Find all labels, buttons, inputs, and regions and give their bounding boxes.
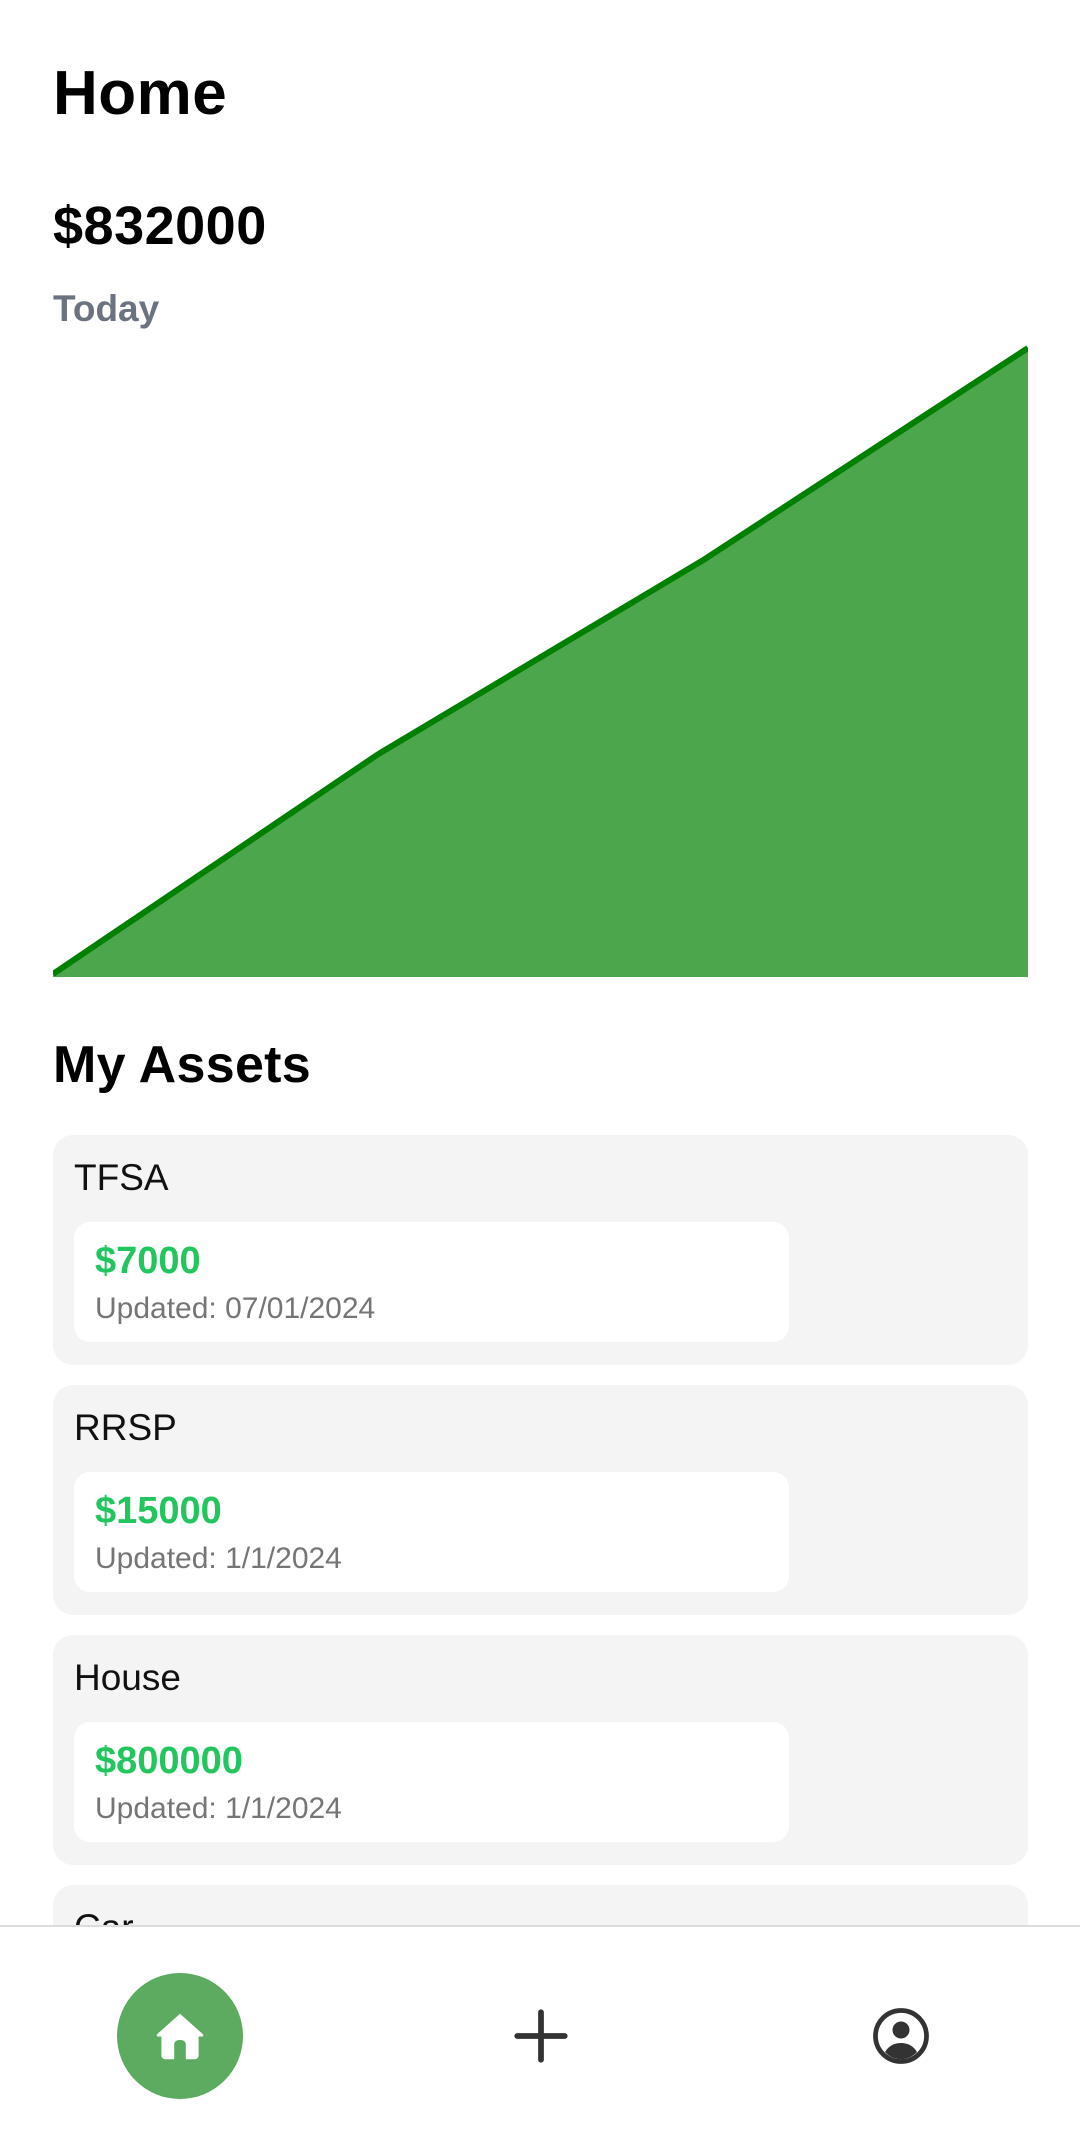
nav-home-button[interactable] [117,1973,243,2099]
plus-icon [514,2009,568,2063]
total-balance: $832000 [53,196,267,256]
asset-value-box: $800000 Updated: 1/1/2024 [74,1722,789,1842]
asset-updated-date: Updated: 1/1/2024 [95,1542,342,1575]
asset-name: TFSA [74,1157,169,1198]
asset-card-tfsa[interactable]: TFSA $7000 Updated: 07/01/2024 [53,1135,1028,1365]
asset-card-house[interactable]: House $800000 Updated: 1/1/2024 [53,1635,1028,1865]
net-worth-chart [53,345,1028,977]
asset-updated-date: Updated: 1/1/2024 [95,1792,342,1825]
asset-name: RRSP [74,1407,177,1448]
nav-add-button[interactable] [496,1991,586,2081]
home-screen: Home $832000 Today My Assets TFSA $7000 … [0,0,1080,2155]
asset-list: TFSA $7000 Updated: 07/01/2024 RRSP $150… [53,1135,1028,1925]
page-title: Home [53,59,228,128]
nav-profile-button[interactable] [856,1991,946,2081]
asset-updated-date: Updated: 07/01/2024 [95,1292,376,1325]
section-title-my-assets: My Assets [53,1036,312,1094]
asset-value-box: $15000 Updated: 1/1/2024 [74,1472,789,1592]
asset-name: House [74,1657,181,1698]
user-circle-icon [873,2008,929,2064]
asset-value: $800000 [95,1740,243,1782]
asset-value: $7000 [95,1240,201,1282]
asset-name: Car [74,1907,134,1925]
asset-card-rrsp[interactable]: RRSP $15000 Updated: 1/1/2024 [53,1385,1028,1615]
period-label: Today [53,288,160,329]
asset-card-car[interactable]: Car [53,1885,1028,1925]
asset-value: $15000 [95,1490,222,1532]
home-icon [156,2013,204,2060]
asset-value-box: $7000 Updated: 07/01/2024 [74,1222,789,1342]
bottom-navigation [0,1925,1080,2155]
